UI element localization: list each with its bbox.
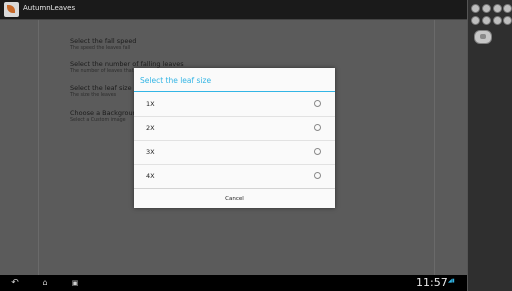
option-label: 4X — [146, 172, 155, 180]
emulator-button-icon[interactable] — [482, 16, 491, 25]
pref-title: Select the number of falling leaves — [70, 60, 184, 68]
option-2x[interactable]: 2X — [134, 116, 335, 141]
cancel-button[interactable]: Cancel — [134, 188, 335, 209]
option-1x[interactable]: 1X — [134, 92, 335, 117]
pref-title: Select the leaf size — [70, 84, 132, 92]
pref-summary: Select a Custom image — [70, 118, 126, 123]
pref-leaf-size[interactable]: Select the leaf size The size the leaves — [70, 84, 132, 98]
pref-title: Choose a Background — [70, 109, 141, 117]
back-arrow-icon[interactable]: ↶ — [8, 278, 22, 288]
action-bar: AutumnLeaves — [0, 0, 467, 20]
emulator-button-icon[interactable] — [471, 4, 480, 13]
leaf-size-dialog: Select the leaf size 1X 2X 3X 4X Cancel — [134, 68, 335, 208]
option-3x[interactable]: 3X — [134, 140, 335, 165]
radio-button-icon[interactable] — [314, 148, 321, 155]
app-icon — [4, 2, 19, 17]
option-4x[interactable]: 4X — [134, 164, 335, 188]
pref-summary: The size the leaves — [70, 93, 117, 98]
emulator-button-icon[interactable] — [493, 16, 502, 25]
emulator-controls — [467, 0, 512, 291]
emulator-button-icon[interactable] — [471, 16, 480, 25]
option-label: 3X — [146, 148, 155, 156]
dpad-icon[interactable] — [474, 30, 492, 44]
clock: 11:57 — [416, 276, 448, 289]
dialog-title: Select the leaf size — [140, 76, 212, 85]
pref-fall-speed[interactable]: Select the fall speed The speed the leav… — [70, 37, 136, 51]
app-title: AutumnLeaves — [23, 4, 76, 12]
emulator-button-icon[interactable] — [503, 4, 512, 13]
emulator-button-icon[interactable] — [482, 4, 491, 13]
device-screen: AutumnLeaves Select the fall speed The s… — [0, 0, 467, 291]
radio-button-icon[interactable] — [314, 124, 321, 131]
pref-summary: The speed the leaves fall — [70, 46, 131, 51]
navigation-bar: ↶ ⌂ ▣ 11:57 ◢▮ — [0, 275, 467, 291]
signal-battery-icon: ◢▮ — [448, 278, 455, 284]
home-icon[interactable]: ⌂ — [38, 278, 52, 288]
option-label: 2X — [146, 124, 155, 132]
pref-background[interactable]: Choose a Background Select a Custom imag… — [70, 109, 141, 123]
radio-button-icon[interactable] — [314, 100, 321, 107]
emulator-button-icon[interactable] — [503, 16, 512, 25]
option-label: 1X — [146, 100, 155, 108]
emulator-button-icon[interactable] — [493, 4, 502, 13]
recent-apps-icon[interactable]: ▣ — [68, 278, 82, 288]
radio-button-icon[interactable] — [314, 172, 321, 179]
pref-title: Select the fall speed — [70, 37, 137, 45]
